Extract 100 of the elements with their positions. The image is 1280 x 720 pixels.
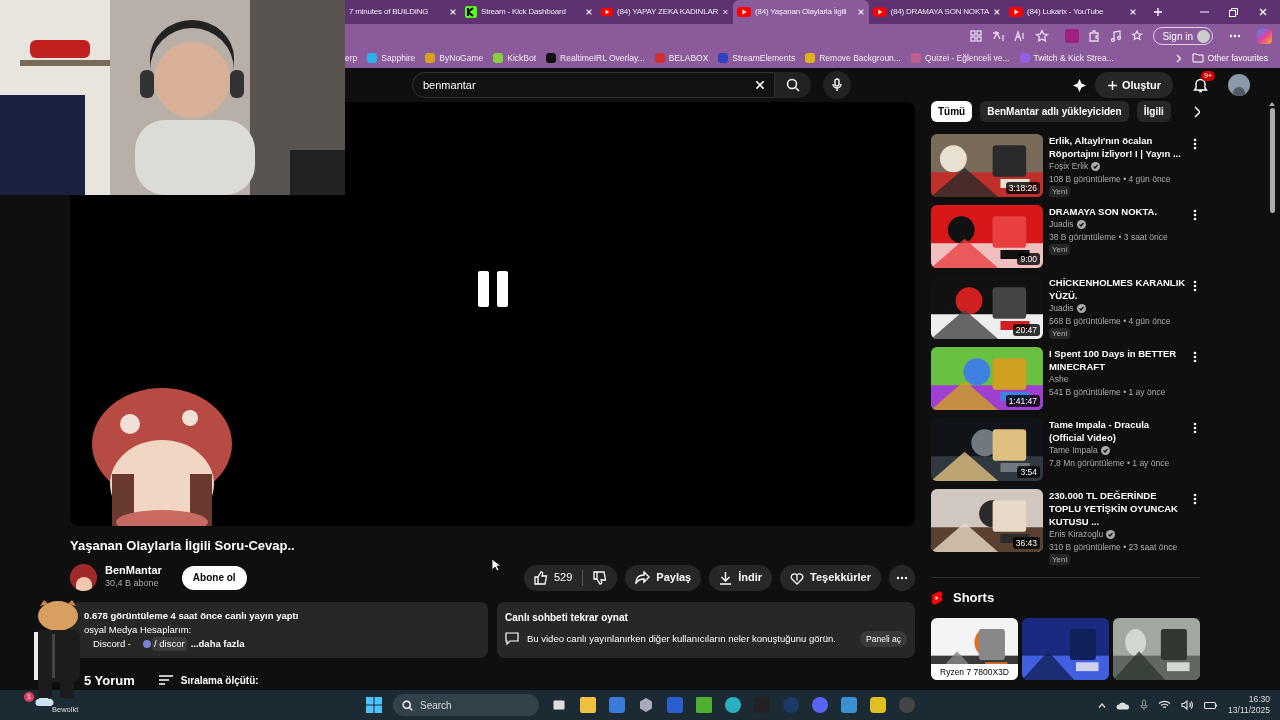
bookmark-link[interactable]: erp [345, 51, 358, 65]
close-icon[interactable] [857, 8, 865, 16]
bookmark-link[interactable]: ByNoGame [439, 51, 484, 65]
channel-name[interactable]: Juadis [1049, 302, 1074, 315]
thumbs-up-icon [533, 570, 548, 585]
more-vertical-icon[interactable] [1193, 422, 1197, 434]
bell-icon[interactable] [1193, 77, 1208, 93]
bookmark-link[interactable]: StreamElements [732, 51, 796, 65]
search-button[interactable] [775, 72, 811, 98]
avatar[interactable] [1228, 74, 1250, 96]
channel-name[interactable]: BenMantar [105, 564, 162, 578]
music-icon[interactable] [1109, 29, 1124, 43]
bookmark-link[interactable]: BELABOX [668, 51, 709, 65]
close-icon[interactable] [1258, 7, 1268, 17]
query-input[interactable]: benmantar [412, 72, 775, 98]
video-title[interactable]: CHİCKENHOLMES KARANLIK YÜZÜ. [1049, 276, 1187, 302]
play-logo-icon [1009, 7, 1023, 17]
more-vertical-icon[interactable] [1193, 493, 1197, 505]
description-panel[interactable]: 0.678 görüntüleme 4 saat önce canlı yayın yaptı osyal Medya Hesaplarım: Discord - / discor ...daha fazla [70, 601, 488, 658]
close-icon[interactable] [993, 8, 1001, 16]
video-player[interactable] [70, 102, 915, 526]
close-icon[interactable] [722, 8, 729, 16]
video-title[interactable]: I Spent 100 Days in BETTER MINECRAFT [1049, 347, 1187, 373]
video-title[interactable]: Erlik, Altaylı'nın öcalan Röportajını İzliyor! I | Yayın ... [1049, 134, 1187, 160]
subscribe-button[interactable]: Abone ol [181, 565, 247, 590]
filter-chip[interactable]: BenMantar adlı yükleyiciden [980, 101, 1129, 122]
pause-icon[interactable] [477, 271, 508, 307]
browser-tab[interactable]: (84) DRAMAYA SON NOKTA [869, 0, 1005, 24]
search-icon [786, 78, 800, 92]
panel-title: Canlı sohbeti tekrar oynat [505, 610, 629, 625]
microphone-icon[interactable] [1140, 699, 1149, 711]
translate-icon[interactable] [991, 29, 1006, 43]
show-more-link[interactable]: ...daha fazla [190, 636, 245, 651]
bookmark-link[interactable]: Twitch & Kick Strea... [1033, 51, 1114, 65]
grid-icon[interactable] [969, 29, 984, 43]
browser-tab[interactable]: (84) YAPAY ZEKA KADINLAR [597, 0, 733, 24]
bookmark-folder[interactable]: Other favourites [1207, 51, 1268, 65]
channel-avatar[interactable] [70, 564, 97, 591]
video-title[interactable]: Tame Impala - Dracula (Official Video) [1049, 418, 1187, 444]
channel-link[interactable]: / discor [152, 636, 187, 651]
star-icon[interactable] [1035, 29, 1050, 43]
more-icon[interactable] [1229, 34, 1241, 38]
scrollbar-thumb[interactable] [1269, 108, 1275, 213]
microphone-button[interactable] [823, 71, 851, 99]
new-tab-icon[interactable] [1153, 7, 1163, 17]
browser-tab[interactable]: Stream - Kick Dashboard [461, 0, 597, 24]
channel-name[interactable]: Foşix Erlik [1049, 160, 1089, 173]
filter-chip[interactable]: Tümü [931, 101, 973, 122]
share-button[interactable]: Paylaş [625, 564, 702, 591]
clock-date[interactable]: 13/11/2025 [1228, 705, 1270, 716]
taskbar-search-field[interactable]: Search [393, 694, 539, 716]
hexagon-icon[interactable] [637, 696, 655, 714]
section-title: Shorts [953, 589, 995, 607]
bookmark-link[interactable]: Quizei - Eğlenceli ve... [924, 51, 1010, 65]
chevron-up-icon[interactable] [1098, 702, 1107, 708]
open-panel-button[interactable]: Paneli aç [860, 630, 907, 648]
browser-tab[interactable]: (84) Yaşanan Olaylarla İlgili [733, 0, 869, 24]
cloud-icon[interactable] [1116, 700, 1131, 710]
puzzle-icon[interactable] [1087, 29, 1102, 43]
sparkle-icon[interactable] [1071, 77, 1087, 93]
close-icon[interactable] [449, 8, 457, 16]
speaker-icon[interactable] [1181, 700, 1195, 710]
download-button[interactable]: İndir [709, 564, 773, 591]
more-vertical-icon[interactable] [1193, 138, 1197, 150]
clear-icon[interactable] [754, 79, 766, 91]
channel-name[interactable]: Enis Kirazoglu [1049, 528, 1104, 541]
new-badge: Yeni [1049, 186, 1071, 197]
battery-icon[interactable] [1204, 700, 1219, 710]
wifi-icon[interactable] [1158, 700, 1172, 710]
start-icon[interactable] [366, 697, 382, 713]
new-badge: Yeni [1049, 554, 1071, 565]
video-title[interactable]: 230.000 TL DEĞERİNDE TOPLU YETİŞKİN OYUNCAK KUTUSU ... [1049, 489, 1187, 528]
browser-tab[interactable]: (84) Lukarix - YouTube [1005, 0, 1141, 24]
close-icon[interactable] [1129, 8, 1137, 16]
sort-button[interactable]: Sıralama ölçütü: [158, 672, 259, 688]
video-title[interactable]: DRAMAYA SON NOKTA. [1049, 205, 1187, 218]
duration-badge: 1:41:47 [1005, 395, 1040, 407]
new-badge: Yeni [1049, 328, 1071, 339]
scroll-up-icon[interactable] [1269, 102, 1275, 106]
more-vertical-icon[interactable] [1193, 351, 1197, 363]
create-button[interactable]: Oluştur [1094, 72, 1173, 98]
video-meta: 108 B görüntüleme • 4 gün önce [1049, 173, 1172, 186]
close-icon[interactable] [585, 8, 593, 16]
video-meta: 541 B görüntüleme • 1 ay önce [1049, 386, 1167, 399]
channel-name[interactable]: Tame Impala [1049, 444, 1098, 457]
more-vertical-icon[interactable] [1193, 209, 1197, 221]
thanks-button[interactable]: Teşekkürler [780, 564, 881, 591]
restore-icon[interactable] [1229, 7, 1238, 17]
chevron-right-icon[interactable] [1192, 105, 1200, 118]
bookmark-link[interactable]: RealtimeIRL Overlay... [560, 51, 645, 65]
browser-tab[interactable]: 7 minutes of BUILDING [345, 0, 461, 24]
bookmark-link[interactable]: KickBot [507, 51, 537, 65]
channel-name[interactable]: Ashe [1049, 373, 1069, 386]
clock-time[interactable]: 16:30 [1248, 694, 1270, 705]
bookmark-link[interactable]: Sapphire [381, 51, 416, 65]
more-vertical-icon[interactable] [1193, 280, 1197, 292]
channel-name[interactable]: Juadis [1049, 218, 1074, 231]
duration-badge: 20:47 [1012, 324, 1040, 336]
bookmark-link[interactable]: Remove Backgroun... [819, 51, 901, 65]
filter-chip[interactable]: İlgili [1136, 101, 1171, 122]
